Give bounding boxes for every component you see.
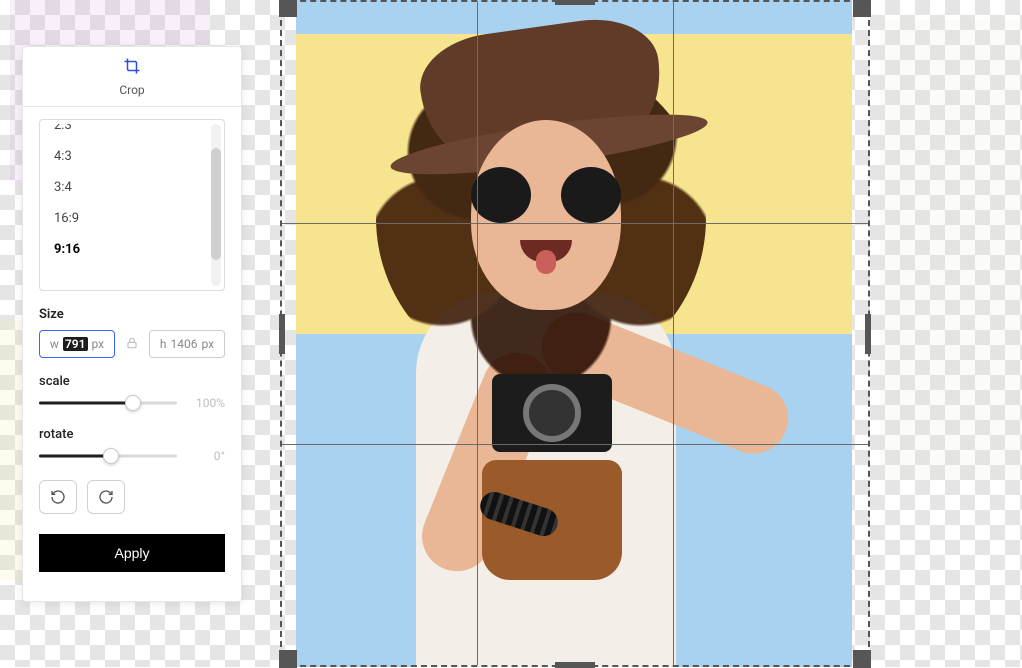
scale-label: scale <box>39 374 225 389</box>
aspect-ratio-option[interactable]: 16:9 <box>40 203 224 234</box>
scale-slider[interactable] <box>39 395 177 411</box>
width-input[interactable]: w 791 px <box>39 330 115 358</box>
aspect-ratio-list[interactable]: 2:3 4:3 3:4 16:9 9:16 <box>39 119 225 291</box>
aspect-ratio-option[interactable]: 9:16 <box>40 234 224 265</box>
crop-handle-bottom-left[interactable] <box>279 650 297 668</box>
size-section: Size w 791 px h 1406 px <box>39 307 225 358</box>
aspect-ratio-option[interactable]: 4:3 <box>40 141 224 172</box>
size-label: Size <box>39 307 225 322</box>
crop-handle-left[interactable] <box>279 314 285 354</box>
image-canvas[interactable] <box>280 0 870 667</box>
rotate-ccw-button[interactable] <box>39 480 77 514</box>
ghost-layer <box>880 20 1022 480</box>
crop-panel-header: Crop <box>23 47 241 107</box>
rotate-value: 0° <box>185 449 225 463</box>
crop-handle-top-left[interactable] <box>279 0 297 17</box>
crop-handle-bottom-right[interactable] <box>853 650 871 668</box>
scrollbar-thumb[interactable] <box>211 148 221 260</box>
crop-handle-bottom[interactable] <box>555 662 595 668</box>
crop-handle-right[interactable] <box>865 314 871 354</box>
crop-panel-title: Crop <box>119 83 144 97</box>
height-input[interactable]: h 1406 px <box>149 330 225 358</box>
width-value: 791 <box>63 337 88 351</box>
grid-line <box>673 2 674 665</box>
width-prefix: w <box>50 337 59 351</box>
height-value: 1406 <box>171 337 198 351</box>
height-prefix: h <box>160 337 167 351</box>
rotate-cw-button[interactable] <box>87 480 125 514</box>
crop-handle-top-right[interactable] <box>853 0 871 17</box>
rotate-slider[interactable] <box>39 448 177 464</box>
scale-value: 100% <box>185 396 225 410</box>
apply-button[interactable]: Apply <box>39 534 225 572</box>
width-unit: px <box>92 337 105 351</box>
lock-icon[interactable] <box>125 335 139 354</box>
scale-section: scale 100% <box>39 374 225 411</box>
aspect-ratio-option[interactable]: 3:4 <box>40 172 224 203</box>
crop-panel: Crop 2:3 4:3 3:4 16:9 9:16 Size w 791 px <box>22 46 242 602</box>
grid-line <box>477 2 478 665</box>
crop-frame[interactable] <box>280 0 870 667</box>
height-unit: px <box>201 337 214 351</box>
rotate-label: rotate <box>39 427 225 442</box>
crop-icon <box>123 57 141 79</box>
rotate-section: rotate 0° <box>39 427 225 464</box>
aspect-ratio-option[interactable]: 2:3 <box>40 124 224 141</box>
grid-line <box>282 223 868 224</box>
grid-line <box>282 444 868 445</box>
crop-handle-top[interactable] <box>555 0 595 5</box>
